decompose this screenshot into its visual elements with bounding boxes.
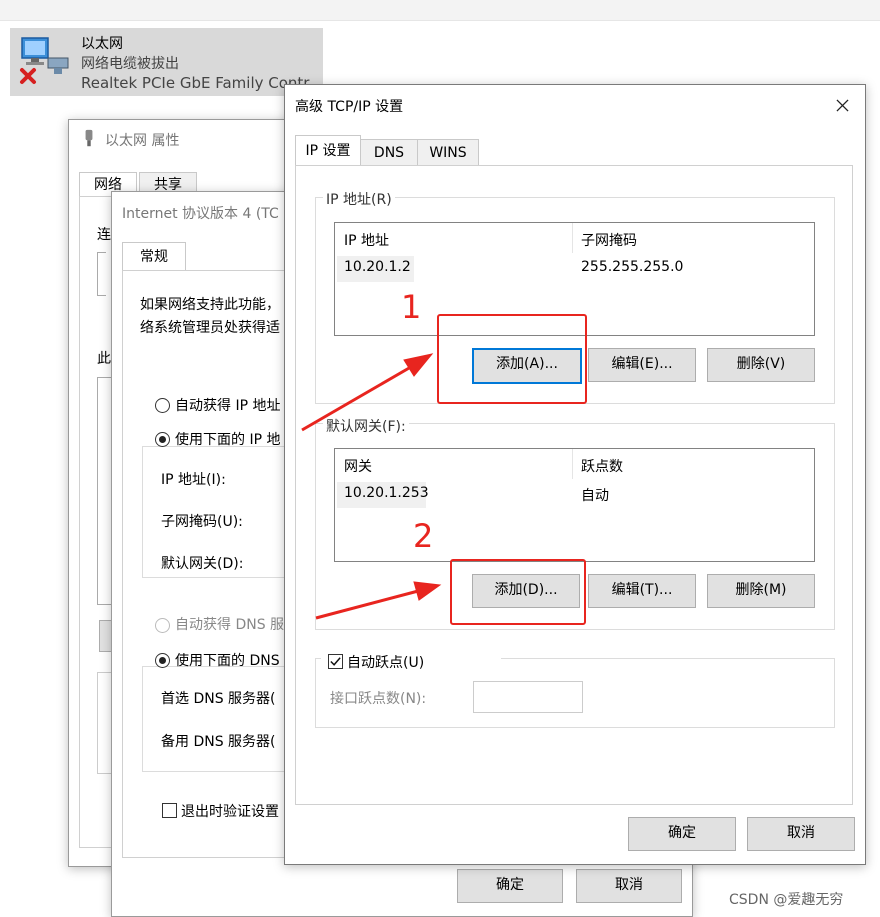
column-separator (572, 449, 573, 479)
default-gateway-group-label: 默认网关(F): (323, 416, 409, 436)
items-label: 此 (97, 351, 111, 367)
ip-address-group-label: IP 地址(R) (323, 189, 395, 209)
close-icon[interactable] (836, 99, 849, 112)
edit-gateway-button[interactable]: 编辑(T)... (588, 574, 696, 608)
tab-wins[interactable]: WINS (417, 139, 479, 166)
column-header-ip[interactable]: IP 地址 (344, 230, 389, 250)
checkmark-icon (330, 657, 341, 666)
adapter-description: Realtek PCIe GbE Family Contr (81, 74, 310, 92)
column-header-metric[interactable]: 跃点数 (581, 456, 623, 476)
radio-auto-ip[interactable] (155, 398, 170, 413)
interface-metric-label: 接口跃点数(N): (330, 691, 427, 707)
ethernet-adapter-card[interactable]: 以太网 网络电缆被拔出 Realtek PCIe GbE Family Cont… (10, 28, 323, 96)
highlight-box-1 (437, 314, 587, 404)
auto-metric-checkbox[interactable] (328, 654, 343, 669)
validate-checkbox[interactable] (162, 803, 177, 818)
highlight-box-2 (450, 559, 586, 625)
annotation-number-1: 1 (401, 288, 422, 326)
default-gateway-label: 默认网关(D): (161, 556, 244, 572)
radio-manual-ip-label: 使用下面的 IP 地 (175, 432, 281, 448)
network-adapter-icon (20, 37, 69, 84)
delete-gateway-button[interactable]: 删除(M) (707, 574, 815, 608)
description-line-1: 如果网络支持此功能， (140, 297, 280, 313)
ip-address-value: 10.20.1.2 (344, 259, 411, 275)
tab-dns[interactable]: DNS (360, 139, 418, 166)
subnet-mask-label: 子网掩码(U): (161, 514, 243, 530)
description-group-edge (97, 672, 112, 774)
validate-label: 退出时验证设置 (181, 804, 279, 820)
network-plug-icon (85, 129, 93, 147)
radio-auto-dns-label: 自动获得 DNS 服 (175, 617, 285, 633)
explorer-top-bar (0, 0, 880, 21)
watermark: CSDN @爱趣无穷 (729, 892, 844, 908)
auto-metric-label: 自动跃点(U) (347, 655, 425, 671)
ok-button[interactable]: 确定 (457, 869, 563, 903)
radio-manual-dns[interactable] (155, 653, 170, 668)
ok-button[interactable]: 确定 (628, 817, 736, 851)
preferred-dns-label: 首选 DNS 服务器( (161, 691, 276, 707)
radio-auto-ip-label: 自动获得 IP 地址 (175, 398, 281, 414)
tab-general[interactable]: 常规 (122, 242, 186, 271)
edit-ip-button[interactable]: 编辑(E)... (588, 348, 696, 382)
cancel-button[interactable]: 取消 (576, 869, 682, 903)
description-line-2: 络系统管理员处获得适 (140, 320, 280, 336)
annotation-number-2: 2 (413, 517, 434, 555)
alternate-dns-label: 备用 DNS 服务器( (161, 734, 276, 750)
gateway-list[interactable]: 网关 跃点数 10.20.1.253 自动 (334, 448, 815, 562)
adapter-status: 网络电缆被拔出 (81, 56, 179, 72)
adapter-name: 以太网 (81, 36, 123, 52)
advanced-tcpip-window: 高级 TCP/IP 设置 IP 设置 DNS WINS IP 地址(R) IP … (284, 84, 866, 865)
gateway-value: 10.20.1.253 (344, 485, 429, 501)
column-header-mask[interactable]: 子网掩码 (581, 230, 637, 250)
ip-address-label: IP 地址(I): (161, 472, 226, 488)
window-title: Internet 协议版本 4 (TC (122, 206, 279, 222)
column-separator (572, 223, 573, 253)
interface-metric-input[interactable] (473, 681, 583, 713)
adapter-field (97, 252, 106, 296)
radio-manual-dns-label: 使用下面的 DNS (175, 653, 280, 669)
delete-ip-button[interactable]: 删除(V) (707, 348, 815, 382)
metric-value: 自动 (581, 488, 609, 504)
items-list[interactable] (97, 377, 112, 605)
radio-manual-ip[interactable] (155, 432, 170, 447)
column-header-gateway[interactable]: 网关 (344, 456, 372, 476)
tab-ip-settings[interactable]: IP 设置 (295, 135, 361, 166)
radio-auto-dns[interactable] (155, 618, 170, 633)
window-title: 高级 TCP/IP 设置 (295, 99, 404, 115)
cancel-button[interactable]: 取消 (747, 817, 855, 851)
connect-label: 连 (97, 227, 111, 243)
window-title: 以太网 属性 (105, 133, 180, 149)
subnet-mask-value: 255.255.255.0 (581, 259, 684, 275)
